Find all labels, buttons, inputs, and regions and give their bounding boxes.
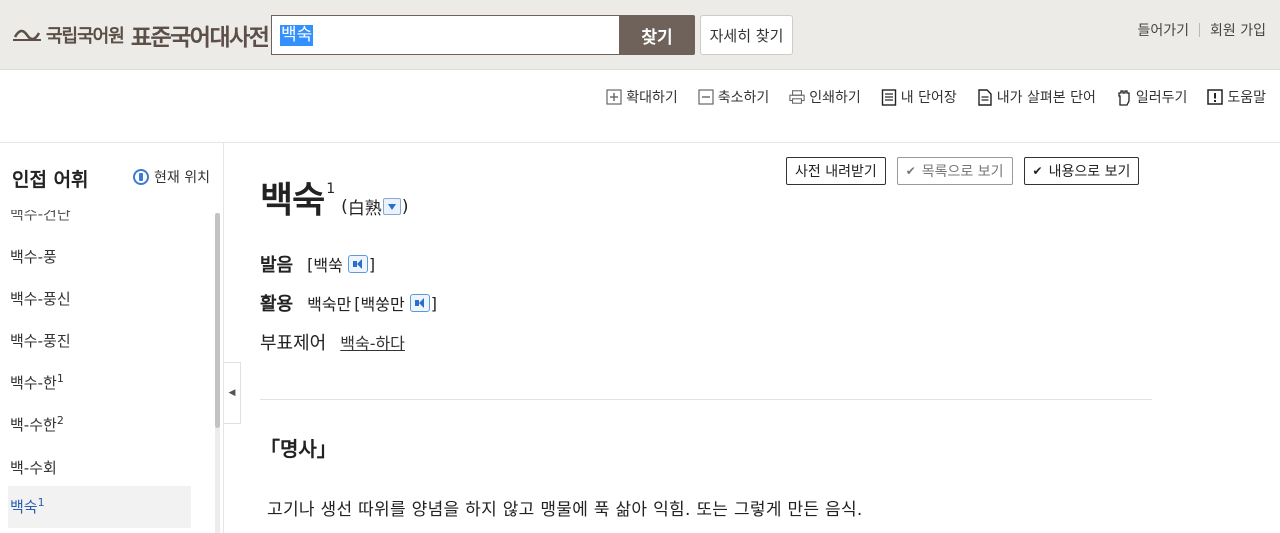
- vocabulary-icon: [881, 88, 897, 106]
- site-logo[interactable]: 국립국어원 표준국어대사전: [12, 18, 270, 52]
- guide-label: 일러두기: [1135, 90, 1188, 106]
- part-of-speech: 「명사」: [260, 437, 337, 461]
- search-input[interactable]: 백숙: [280, 25, 314, 46]
- section-divider: [260, 399, 1152, 400]
- logo-mark-icon: [12, 20, 42, 50]
- list-view-button[interactable]: ✔ 목록으로 보기: [896, 157, 1013, 185]
- adjacent-words-panel: 인접 어휘 현재 위치 백수-건단 백수-풍 백수-풍신 백수-풍진 백수-한1…: [0, 143, 224, 533]
- current-location-label: 현재 위치: [154, 170, 210, 186]
- history-icon: [977, 88, 993, 106]
- conjugation-row: 활용 백숙만 [ 백쑹만 ]: [260, 290, 437, 316]
- signup-link[interactable]: 회원 가입: [1210, 20, 1266, 40]
- zoom-in-icon: [606, 89, 622, 105]
- zoom-out-label: 축소하기: [717, 90, 770, 106]
- link-divider: [1199, 23, 1201, 37]
- zoom-in-label: 확대하기: [626, 90, 678, 106]
- my-vocabulary-label: 내 단어장: [900, 90, 957, 106]
- logo-org-name: 국립국어원: [46, 26, 125, 47]
- pronunciation-value: 백쑥: [313, 256, 343, 275]
- headword: 백숙: [260, 180, 325, 221]
- account-links: 들어가기 회원 가입: [1137, 20, 1266, 40]
- viewed-words-button[interactable]: 내가 살펴본 단어: [977, 87, 1096, 107]
- guide-button[interactable]: 일러두기: [1116, 87, 1188, 107]
- speaker-icon[interactable]: [409, 294, 430, 312]
- derivative-link[interactable]: 백숙-하다: [340, 330, 405, 354]
- print-label: 인쇄하기: [809, 90, 861, 106]
- hand-icon: [1116, 89, 1132, 106]
- sidebar-item[interactable]: 백-수회: [10, 457, 57, 478]
- current-location-button[interactable]: 현재 위치: [133, 167, 210, 187]
- sidebar-item[interactable]: 백수-풍: [10, 246, 57, 267]
- headword-number: 1: [326, 181, 336, 197]
- help-icon: [1207, 89, 1224, 105]
- sidebar-item[interactable]: 백수-풍신: [10, 288, 71, 309]
- help-button[interactable]: 도움말: [1207, 87, 1266, 107]
- viewed-words-label: 내가 살펴본 단어: [996, 90, 1096, 106]
- download-dictionary-button[interactable]: 사전 내려받기: [786, 157, 886, 185]
- help-label: 도움말: [1227, 90, 1266, 106]
- print-icon: [789, 89, 805, 105]
- definition-text: 고기나 생선 따위를 양념을 하지 않고 맹물에 푹 삶아 익힘. 또는 그렇게…: [267, 500, 863, 520]
- content-view-label: 내용으로 보기: [1048, 164, 1131, 180]
- zoom-out-button[interactable]: 축소하기: [698, 87, 770, 107]
- sidebar-item[interactable]: 백수-한1: [10, 372, 64, 393]
- list-view-label: 목록으로 보기: [921, 164, 1004, 180]
- search-button[interactable]: 찾기: [619, 15, 695, 55]
- site-header: 국립국어원 표준국어대사전 백숙 찾기 자세히 찾기 들어가기 회원 가입: [0, 0, 1280, 70]
- scrollbar-thumb[interactable]: [215, 213, 220, 428]
- zoom-in-button[interactable]: 확대하기: [606, 87, 678, 107]
- speaker-icon[interactable]: [347, 255, 368, 273]
- check-icon: ✔: [905, 164, 916, 178]
- zoom-out-icon: [698, 89, 714, 105]
- entry-headword-row: 백숙 1 ( 白熟 ): [260, 180, 408, 221]
- detail-search-button[interactable]: 자세히 찾기: [700, 15, 793, 55]
- hanja-text: 白熟: [347, 199, 382, 219]
- conjugation-pronunciation: 백쑹만: [360, 295, 405, 314]
- sidebar-scrollbar[interactable]: [215, 213, 220, 533]
- sidebar-item[interactable]: 백-수한2: [10, 414, 64, 435]
- sidebar-item[interactable]: 백수-풍진: [10, 330, 71, 351]
- derivative-label: 부표제어: [260, 333, 327, 354]
- check-icon: ✔: [1032, 164, 1043, 178]
- content-view-button[interactable]: ✔ 내용으로 보기: [1023, 157, 1140, 185]
- sidebar-item[interactable]: 백수-건단: [10, 210, 71, 224]
- logo-dict-name: 표준국어대사전: [130, 25, 270, 51]
- sidebar-item-current[interactable]: 백숙1: [8, 486, 191, 528]
- derivative-row: 부표제어 백숙-하다: [260, 329, 405, 355]
- entry-panel: 사전 내려받기 ✔ 목록으로 보기 ✔ 내용으로 보기 백숙 1 ( 白熟 ) …: [225, 143, 1280, 533]
- my-vocabulary-button[interactable]: 내 단어장: [881, 87, 957, 107]
- view-buttons: 사전 내려받기 ✔ 목록으로 보기 ✔ 내용으로 보기: [786, 157, 1150, 185]
- conjugation-form: 백숙만: [307, 295, 352, 314]
- print-button[interactable]: 인쇄하기: [789, 87, 861, 107]
- hanja-origin: ( 白熟 ): [341, 194, 408, 220]
- hanja-dropdown-icon[interactable]: [382, 198, 401, 215]
- info-icon: [133, 169, 149, 185]
- toolbar: 확대하기 축소하기 인쇄하기 내 단어장 내가 살펴본 단어 일러두기 도움말: [586, 86, 1266, 108]
- login-link[interactable]: 들어가기: [1137, 20, 1189, 40]
- search-box[interactable]: 백숙: [271, 15, 620, 55]
- sidebar-title: 인접 어휘: [12, 169, 89, 191]
- conjugation-label: 활용: [260, 294, 294, 315]
- pronunciation-label: 발음: [260, 255, 294, 276]
- pronunciation-row: 발음 [ 백쑥 ]: [260, 251, 375, 277]
